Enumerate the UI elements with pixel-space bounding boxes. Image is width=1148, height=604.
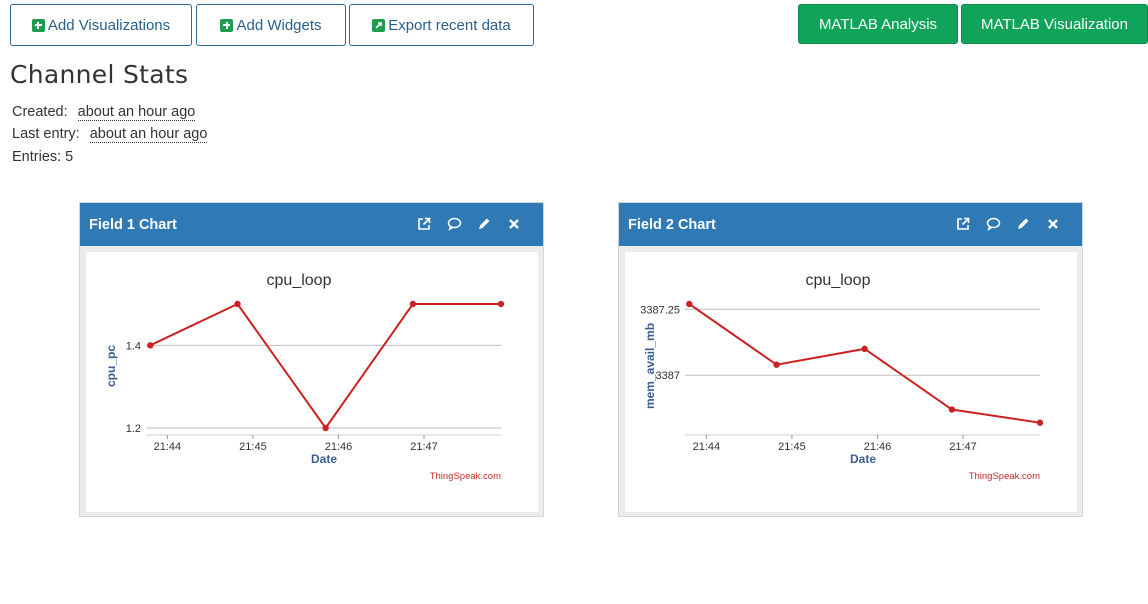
series-line — [688, 303, 1041, 424]
data-point — [147, 342, 154, 349]
data-point — [322, 424, 329, 432]
chart-title: cpu_loop — [806, 272, 871, 289]
comment-icon[interactable] — [439, 214, 469, 234]
y-tick-label: 3387 — [656, 370, 680, 382]
add-visualizations-label: Add Visualizations — [47, 16, 171, 34]
data-point — [686, 300, 693, 308]
data-point — [409, 300, 417, 308]
y-axis-label: mem_avail_mb — [643, 323, 657, 409]
export-recent-data-button[interactable]: Export recent data — [349, 4, 534, 46]
external-link-icon[interactable] — [409, 214, 439, 234]
field-2-chart-panel: Field 2 Chart cpu_loop 3387 3387.25 21:44 21… — [618, 202, 1083, 517]
created-label: Created: — [12, 104, 68, 120]
panel-title: Field 1 Chart — [89, 216, 177, 233]
panel-header: Field 2 Chart — [619, 203, 1082, 246]
field-1-chart-panel: Field 1 Chart cpu_loop 1.2 1.4 21:44 21:45 21… — [79, 202, 544, 517]
matlab-visualization-button[interactable]: MATLAB Visualization — [961, 4, 1148, 44]
x-tick-label: 21:47 — [410, 441, 438, 453]
last-entry-label: Last entry: — [12, 126, 80, 142]
data-point — [1036, 419, 1044, 426]
panel-header: Field 1 Chart — [80, 203, 543, 246]
line-chart: cpu_loop1.21.421:44 21:45 21:46 21:47Datecp… — [104, 272, 505, 482]
plus-icon — [31, 18, 45, 32]
last-entry-value: about an hour ago — [89, 126, 208, 143]
page-title: Channel Stats — [10, 60, 189, 89]
x-tick-label: 21:45 — [239, 441, 267, 453]
chart-title: cpu_loop — [267, 272, 332, 289]
credit-label: ThingSpeak.com — [969, 471, 1040, 482]
data-point — [861, 345, 868, 353]
external-link-icon[interactable] — [948, 214, 978, 234]
close-icon[interactable] — [499, 214, 529, 234]
pencil-icon[interactable] — [469, 214, 499, 234]
y-axis-label: cpu_pc — [104, 345, 118, 387]
export-icon — [372, 18, 386, 32]
entries-count: Entries: 5 — [12, 149, 74, 165]
x-tick-label: 21:44 — [693, 441, 721, 453]
last-entry-stat: Last entry: about an hour ago — [12, 126, 208, 143]
export-recent-data-label: Export recent data — [388, 16, 511, 34]
series-line — [149, 302, 501, 430]
panel-title: Field 2 Chart — [628, 216, 716, 233]
add-widgets-button[interactable]: Add Widgets — [196, 4, 346, 46]
y-tick-label: 3387.25 — [640, 304, 680, 316]
pencil-icon[interactable] — [1008, 214, 1038, 234]
chart-area: cpu_loop 1.2 1.4 21:44 21:45 21:46 21:47 Date cp… — [86, 252, 538, 512]
line-chart: cpu_loop33873387.2521:44 21:45 21:46 21:47D… — [640, 272, 1044, 482]
matlab-analysis-button[interactable]: MATLAB Analysis — [798, 4, 958, 44]
data-point — [773, 361, 780, 368]
x-tick-label: 21:45 — [778, 441, 806, 453]
add-widgets-label: Add Widgets — [236, 16, 322, 34]
data-point — [234, 300, 241, 308]
credit-label: ThingSpeak.com — [430, 471, 501, 482]
y-tick-label: 1.2 — [126, 423, 141, 435]
x-tick-label: 21:47 — [949, 441, 977, 453]
add-visualizations-button[interactable]: Add Visualizations — [10, 4, 192, 46]
close-icon[interactable] — [1038, 214, 1068, 234]
x-tick-label: 21:44 — [154, 441, 182, 453]
created-value: about an hour ago — [77, 104, 196, 121]
matlab-visualization-label: MATLAB Visualization — [980, 15, 1128, 33]
chart-area: cpu_loop 3387 3387.25 21:44 21:45 21:46 21:47 D… — [625, 252, 1077, 512]
y-tick-label: 1.4 — [126, 340, 141, 352]
matlab-analysis-label: MATLAB Analysis — [818, 15, 938, 33]
created-stat: Created: about an hour ago — [12, 104, 196, 121]
data-point — [497, 300, 505, 308]
data-point — [948, 406, 956, 413]
plus-icon — [220, 18, 234, 32]
x-axis-label: Date — [311, 452, 337, 466]
comment-icon[interactable] — [978, 214, 1008, 234]
x-axis-label: Date — [850, 452, 876, 466]
